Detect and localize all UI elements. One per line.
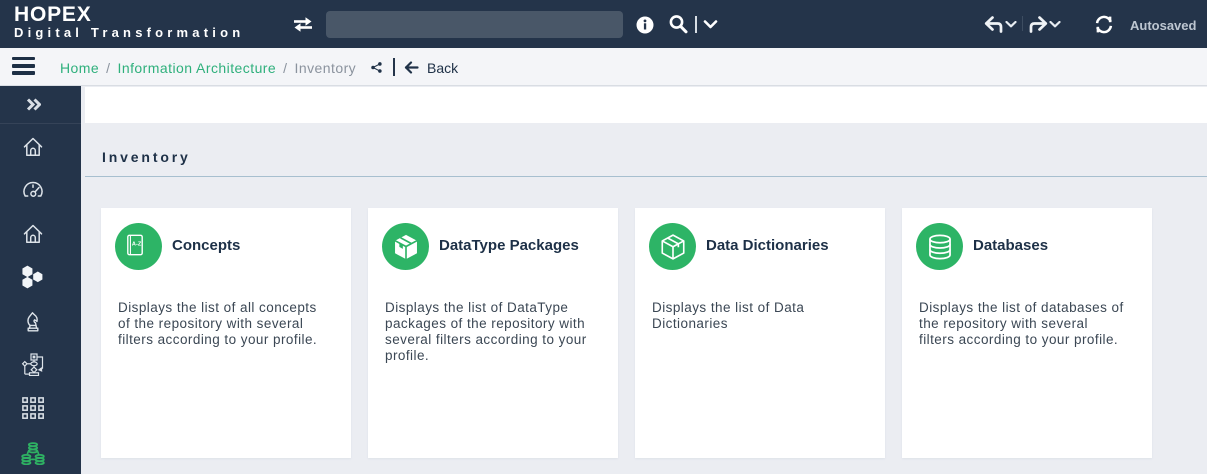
svg-text:A-Z: A-Z (131, 241, 141, 247)
